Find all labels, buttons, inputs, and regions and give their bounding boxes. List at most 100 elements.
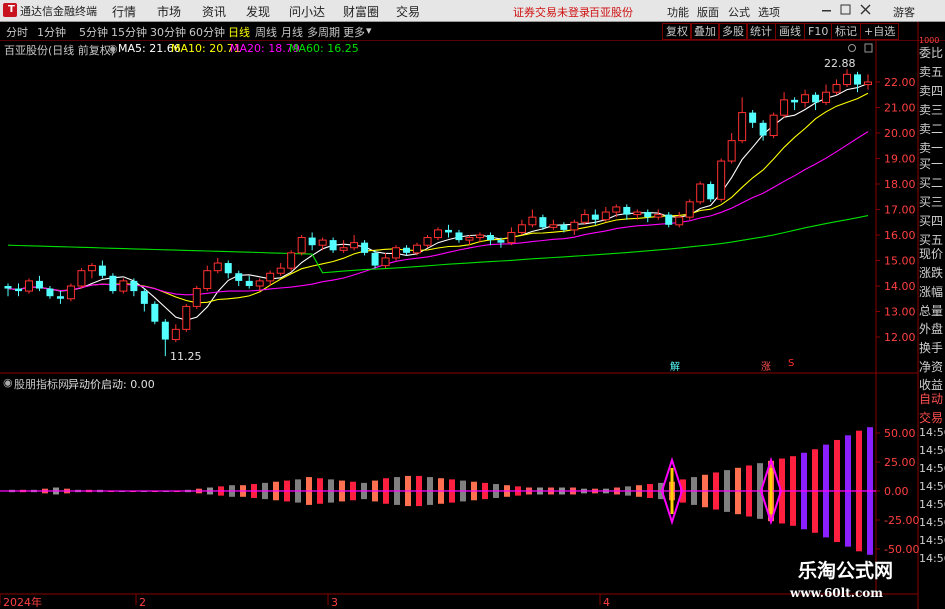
side-time-6: 14:56 xyxy=(919,534,945,547)
price-tick-label: 17.00 xyxy=(884,204,916,217)
candle-body[interactable] xyxy=(444,229,452,233)
indicator-settings-icon[interactable]: ◉ xyxy=(3,376,13,389)
candle-body[interactable] xyxy=(109,275,117,292)
candle-body[interactable] xyxy=(318,239,327,246)
candle-body[interactable] xyxy=(507,231,516,244)
candle-body[interactable] xyxy=(77,270,86,287)
price-tick-label: 12.00 xyxy=(884,331,916,344)
candle-body[interactable] xyxy=(560,224,568,230)
candle-body[interactable] xyxy=(46,288,54,297)
candle-body[interactable] xyxy=(832,84,841,93)
candle-body[interactable] xyxy=(87,265,96,272)
candle-body[interactable] xyxy=(339,247,348,251)
candle-body[interactable] xyxy=(570,221,579,231)
candle-body[interactable] xyxy=(35,280,43,289)
candle-body[interactable] xyxy=(308,237,316,246)
time-tick-label: 2 xyxy=(139,596,146,609)
candle-body[interactable] xyxy=(749,112,757,123)
candle-body[interactable] xyxy=(591,214,599,220)
candle-body[interactable] xyxy=(119,280,128,292)
candle-body[interactable] xyxy=(475,234,484,239)
candle-body[interactable] xyxy=(213,262,222,272)
candle-body[interactable] xyxy=(192,288,201,307)
candle-body[interactable] xyxy=(812,94,820,103)
price-tick-label: 20.00 xyxy=(884,127,916,140)
candle-body[interactable] xyxy=(4,286,12,289)
candle-body[interactable] xyxy=(780,99,789,116)
candle-body[interactable] xyxy=(665,214,673,225)
pane-settings-icon[interactable] xyxy=(848,43,873,53)
side-label-19: 自动 xyxy=(919,392,944,406)
candle-body[interactable] xyxy=(486,235,494,241)
candle-body[interactable] xyxy=(235,273,243,281)
candle-body[interactable] xyxy=(56,296,64,299)
candle-body[interactable] xyxy=(266,272,275,282)
candle-body[interactable] xyxy=(98,265,106,276)
candle-body[interactable] xyxy=(549,224,558,228)
candle-body[interactable] xyxy=(24,280,33,292)
candle-body[interactable] xyxy=(791,99,799,103)
price-tick-label: 14.00 xyxy=(884,280,916,293)
candle-body[interactable] xyxy=(633,211,642,216)
candle-body[interactable] xyxy=(623,206,631,215)
side-label-1: 卖五 xyxy=(919,65,944,79)
candle-body[interactable] xyxy=(465,237,474,241)
candle-body[interactable] xyxy=(801,94,810,103)
candle-body[interactable] xyxy=(182,305,191,330)
candle-body[interactable] xyxy=(413,244,422,254)
candle-body[interactable] xyxy=(455,232,463,241)
candle-body[interactable] xyxy=(539,217,547,228)
candle-body[interactable] xyxy=(381,257,390,267)
candle-body[interactable] xyxy=(66,285,75,300)
candle-body[interactable] xyxy=(287,252,296,269)
candle-body[interactable] xyxy=(601,211,610,221)
candle-body[interactable] xyxy=(255,280,264,287)
candle-body[interactable] xyxy=(707,184,715,200)
candle-body[interactable] xyxy=(434,229,442,239)
candle-body[interactable] xyxy=(245,280,253,286)
candle-body[interactable] xyxy=(371,252,379,266)
candle-body[interactable] xyxy=(497,240,505,243)
ma-settings-icon[interactable]: ◉ xyxy=(108,42,118,55)
candle-body[interactable] xyxy=(685,201,694,218)
candle-body[interactable] xyxy=(517,224,526,233)
candle-body[interactable] xyxy=(171,328,180,341)
candle-body[interactable] xyxy=(297,237,306,254)
candle-body[interactable] xyxy=(769,114,778,137)
side-label-15: 外盘 xyxy=(919,322,944,336)
candle-body[interactable] xyxy=(864,81,872,86)
candle-body[interactable] xyxy=(580,214,589,223)
candle-body[interactable] xyxy=(675,216,684,226)
candle-body[interactable] xyxy=(140,291,148,304)
candle-body[interactable] xyxy=(612,206,621,213)
candle-body[interactable] xyxy=(151,303,159,322)
candle-body[interactable] xyxy=(822,91,831,103)
candle-body[interactable] xyxy=(161,321,169,340)
candle-body[interactable] xyxy=(14,288,22,292)
candle-body[interactable] xyxy=(276,267,285,274)
side-time-3: 14:56 xyxy=(919,480,945,493)
ma20-line xyxy=(7,131,869,296)
candle-body[interactable] xyxy=(392,247,401,259)
candle-body[interactable] xyxy=(738,112,747,142)
candle-body[interactable] xyxy=(644,212,652,218)
candle-body[interactable] xyxy=(361,242,369,253)
indicator-tick-label: 25.00 xyxy=(884,456,916,469)
candle-body[interactable] xyxy=(130,280,138,292)
candle-body[interactable] xyxy=(403,247,411,253)
candle-body[interactable] xyxy=(759,122,767,136)
candle-body[interactable] xyxy=(854,74,862,85)
candle-body[interactable] xyxy=(654,214,663,218)
marker-zhang: 涨 xyxy=(761,362,771,373)
candle-body[interactable] xyxy=(727,140,736,162)
candlesticks[interactable] xyxy=(4,69,872,357)
candle-body[interactable] xyxy=(203,270,212,290)
candle-body[interactable] xyxy=(843,73,852,86)
candle-body[interactable] xyxy=(224,263,232,274)
candle-body[interactable] xyxy=(350,242,359,249)
candle-body[interactable] xyxy=(717,160,726,200)
candle-body[interactable] xyxy=(696,183,705,203)
candle-body[interactable] xyxy=(528,216,537,226)
candle-body[interactable] xyxy=(423,237,432,246)
candle-body[interactable] xyxy=(329,240,337,251)
